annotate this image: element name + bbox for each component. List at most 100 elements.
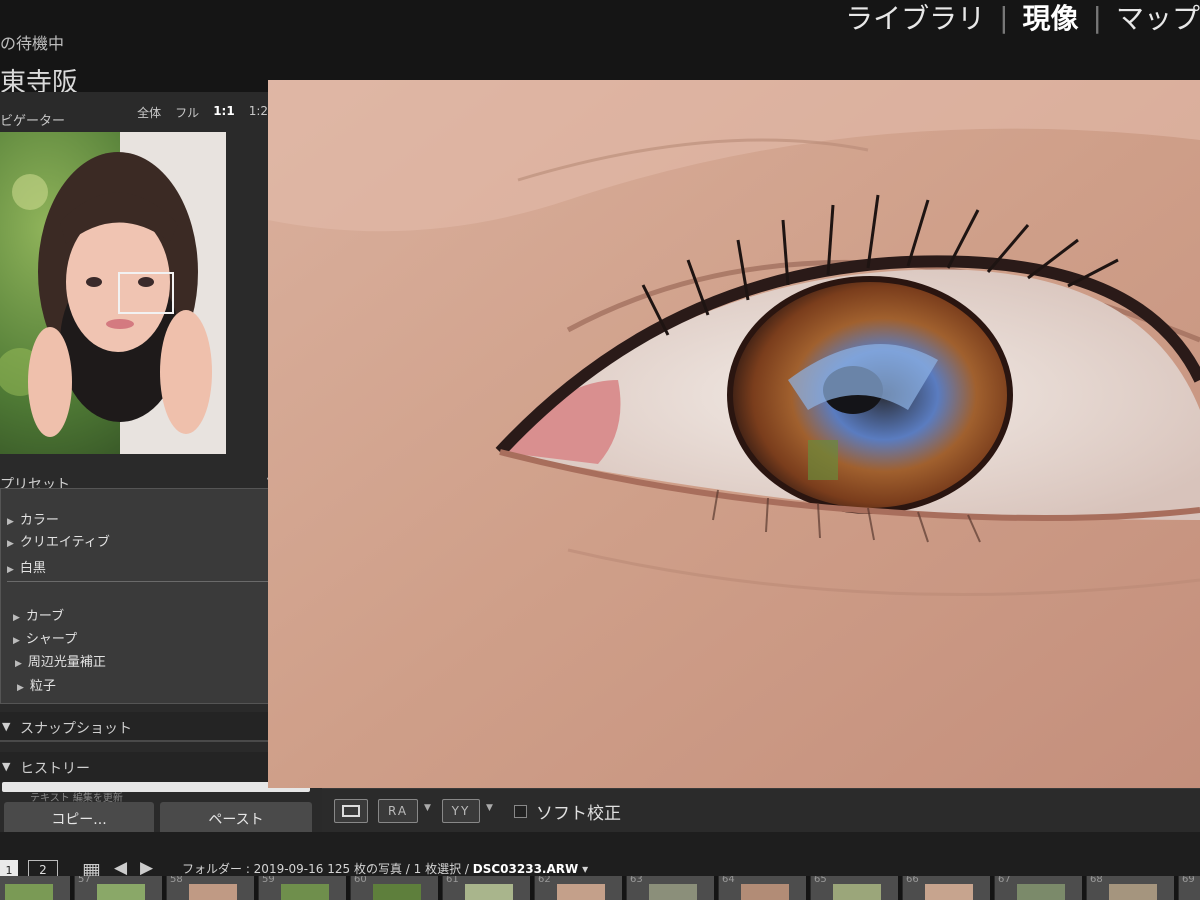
thumbnail-number: 58: [170, 876, 183, 885]
thumbnail-number: 67: [998, 876, 1011, 885]
filmstrip-thumbnail[interactable]: 59: [258, 876, 346, 900]
selected-filename: DSC03233.ARW: [472, 862, 579, 876]
paste-settings-button[interactable]: ペースト: [160, 802, 312, 836]
filmstrip-thumbnail[interactable]: 62: [534, 876, 622, 900]
history-header[interactable]: ▼ ヒストリー ×: [0, 752, 310, 782]
module-map[interactable]: マップ: [1116, 0, 1200, 37]
snapshots-title: スナップショット: [20, 721, 132, 737]
navigator-zoom-frame[interactable]: [118, 272, 174, 314]
thumbnail-image: [557, 884, 605, 900]
triangle-right-icon: ▶: [13, 636, 20, 646]
thumbnail-number: 64: [722, 876, 735, 885]
thumbnail-number: 57: [78, 876, 91, 885]
preset-folder-curve[interactable]: ▶ カーブ: [13, 605, 64, 624]
thumbnail-image: [281, 884, 329, 900]
thumbnail-image: [1109, 884, 1157, 900]
module-separator: |: [1092, 0, 1102, 34]
filmstrip-thumbnail[interactable]: 63: [626, 876, 714, 900]
preset-folder-vignette[interactable]: ▶ 周辺光量補正: [15, 651, 106, 670]
preset-folder-bw[interactable]: ▶ 白黒: [7, 557, 46, 576]
filmstrip-thumbnail[interactable]: 67: [994, 876, 1082, 900]
preset-folder-label: クリエイティブ: [19, 535, 110, 550]
triangle-right-icon: ▶: [7, 539, 14, 549]
thumbnail-image: [1017, 884, 1065, 900]
folder-info: フォルダー : 2019-09-16 125 枚の写真 / 1 枚選択 /: [182, 862, 469, 876]
preset-folder-grain[interactable]: ▶ 粒子: [17, 675, 56, 694]
zoom-fill[interactable]: フル: [175, 104, 199, 121]
history-title: ヒストリー: [20, 761, 90, 777]
filmstrip-thumbnail[interactable]: 69: [1178, 876, 1200, 900]
filmstrip-thumbnail[interactable]: 68: [1086, 876, 1174, 900]
triangle-right-icon: ▶: [7, 565, 14, 575]
thumbnail-number: 66: [906, 876, 919, 885]
triangle-down-icon: ▼: [2, 720, 11, 733]
loupe-view-button[interactable]: [334, 799, 368, 823]
filmstrip-thumbnail[interactable]: 66: [902, 876, 990, 900]
thumbnail-number: 69: [1182, 876, 1195, 885]
main-photo: [268, 80, 1200, 788]
filmstrip-thumbnail[interactable]: 57: [74, 876, 162, 900]
develop-toolbar: RA ▼ YY ▼ ソフト校正: [322, 788, 1200, 832]
triangle-right-icon: ▶: [13, 613, 20, 623]
filmstrip-thumbnail[interactable]: 58: [166, 876, 254, 900]
filmstrip-thumbnail[interactable]: 65: [810, 876, 898, 900]
thumbnail-number: 59: [262, 876, 275, 885]
preset-folder-label: 周辺光量補正: [27, 655, 106, 670]
thumbnail-image: [741, 884, 789, 900]
thumbnail-image: [97, 884, 145, 900]
status-text: の待機中: [0, 34, 65, 53]
preset-folder-color[interactable]: ▶ カラー: [7, 509, 59, 528]
navigator-zoom-options: 全体 フル 1:1 1:2: [137, 104, 268, 121]
preset-folder-label: シャープ: [25, 632, 78, 647]
triangle-right-icon: ▶: [17, 683, 24, 693]
navigator-preview[interactable]: [0, 132, 226, 454]
top-bar: の待機中 東寺阪 ライブラリ | 現像 | マップ: [0, 0, 1200, 98]
thumbnail-number: 68: [1090, 876, 1103, 885]
preset-folder-label: カラー: [19, 513, 59, 528]
chevron-down-icon[interactable]: ▼: [486, 803, 493, 813]
thumbnail-number: 63: [630, 876, 643, 885]
navigator-title[interactable]: ビゲーター: [0, 110, 65, 129]
copy-settings-button[interactable]: コピー...: [4, 802, 154, 836]
filmstrip-source[interactable]: フォルダー : 2019-09-16 125 枚の写真 / 1 枚選択 / DS…: [182, 860, 588, 877]
thumbnail-image: [373, 884, 421, 900]
triangle-down-icon: ▼: [2, 760, 11, 773]
triangle-right-icon: ▶: [7, 517, 14, 527]
preset-folder-creative[interactable]: ▶ クリエイティブ: [7, 531, 110, 550]
filmstrip-thumbnails: 57 58 59 60 61 62 63 64 65 66 67 68 69: [0, 876, 1200, 900]
module-separator: |: [999, 0, 1009, 34]
snapshots-header[interactable]: ▼ スナップショット +: [0, 712, 306, 742]
swap-before-after-button[interactable]: YY: [442, 799, 480, 823]
navigator-photo: [0, 132, 226, 454]
module-develop[interactable]: 現像: [1023, 0, 1079, 37]
module-picker: ライブラリ | 現像 | マップ: [845, 0, 1200, 37]
thumbnail-image: [833, 884, 881, 900]
soft-proof-checkbox[interactable]: [514, 805, 527, 818]
arrow-left-icon[interactable]: ◀: [114, 858, 127, 878]
filmstrip-thumbnail[interactable]: 61: [442, 876, 530, 900]
zoom-1-2[interactable]: 1:2: [249, 104, 268, 121]
preset-folder-label: カーブ: [25, 609, 65, 624]
filmstrip-thumbnail[interactable]: [0, 876, 70, 900]
loupe-icon: [342, 805, 360, 817]
preset-folder-label: 白黒: [19, 561, 46, 576]
filmstrip-thumbnail[interactable]: 64: [718, 876, 806, 900]
arrow-right-icon[interactable]: ▶: [140, 858, 153, 878]
thumbnail-image: [189, 884, 237, 900]
zoom-fit[interactable]: 全体: [137, 104, 161, 121]
module-library[interactable]: ライブラリ: [845, 0, 985, 37]
preset-divider: [7, 581, 279, 582]
zoom-1-1[interactable]: 1:1: [213, 104, 235, 121]
thumbnail-number: 60: [354, 876, 367, 885]
soft-proof-label[interactable]: ソフト校正: [536, 799, 621, 824]
thumbnail-image: [5, 884, 53, 900]
preset-folder-sharpen[interactable]: ▶ シャープ: [13, 628, 77, 647]
thumbnail-number: 61: [446, 876, 459, 885]
chevron-down-icon[interactable]: ▼: [424, 803, 431, 813]
thumbnail-number: 65: [814, 876, 827, 885]
chevron-down-icon[interactable]: ▾: [582, 862, 588, 876]
main-image-view[interactable]: [268, 80, 1200, 788]
filmstrip-bar: 1 2 ▦ ◀ ▶ フォルダー : 2019-09-16 125 枚の写真 / …: [0, 832, 1200, 882]
before-after-button[interactable]: RA: [378, 799, 418, 823]
filmstrip-thumbnail[interactable]: 60: [350, 876, 438, 900]
